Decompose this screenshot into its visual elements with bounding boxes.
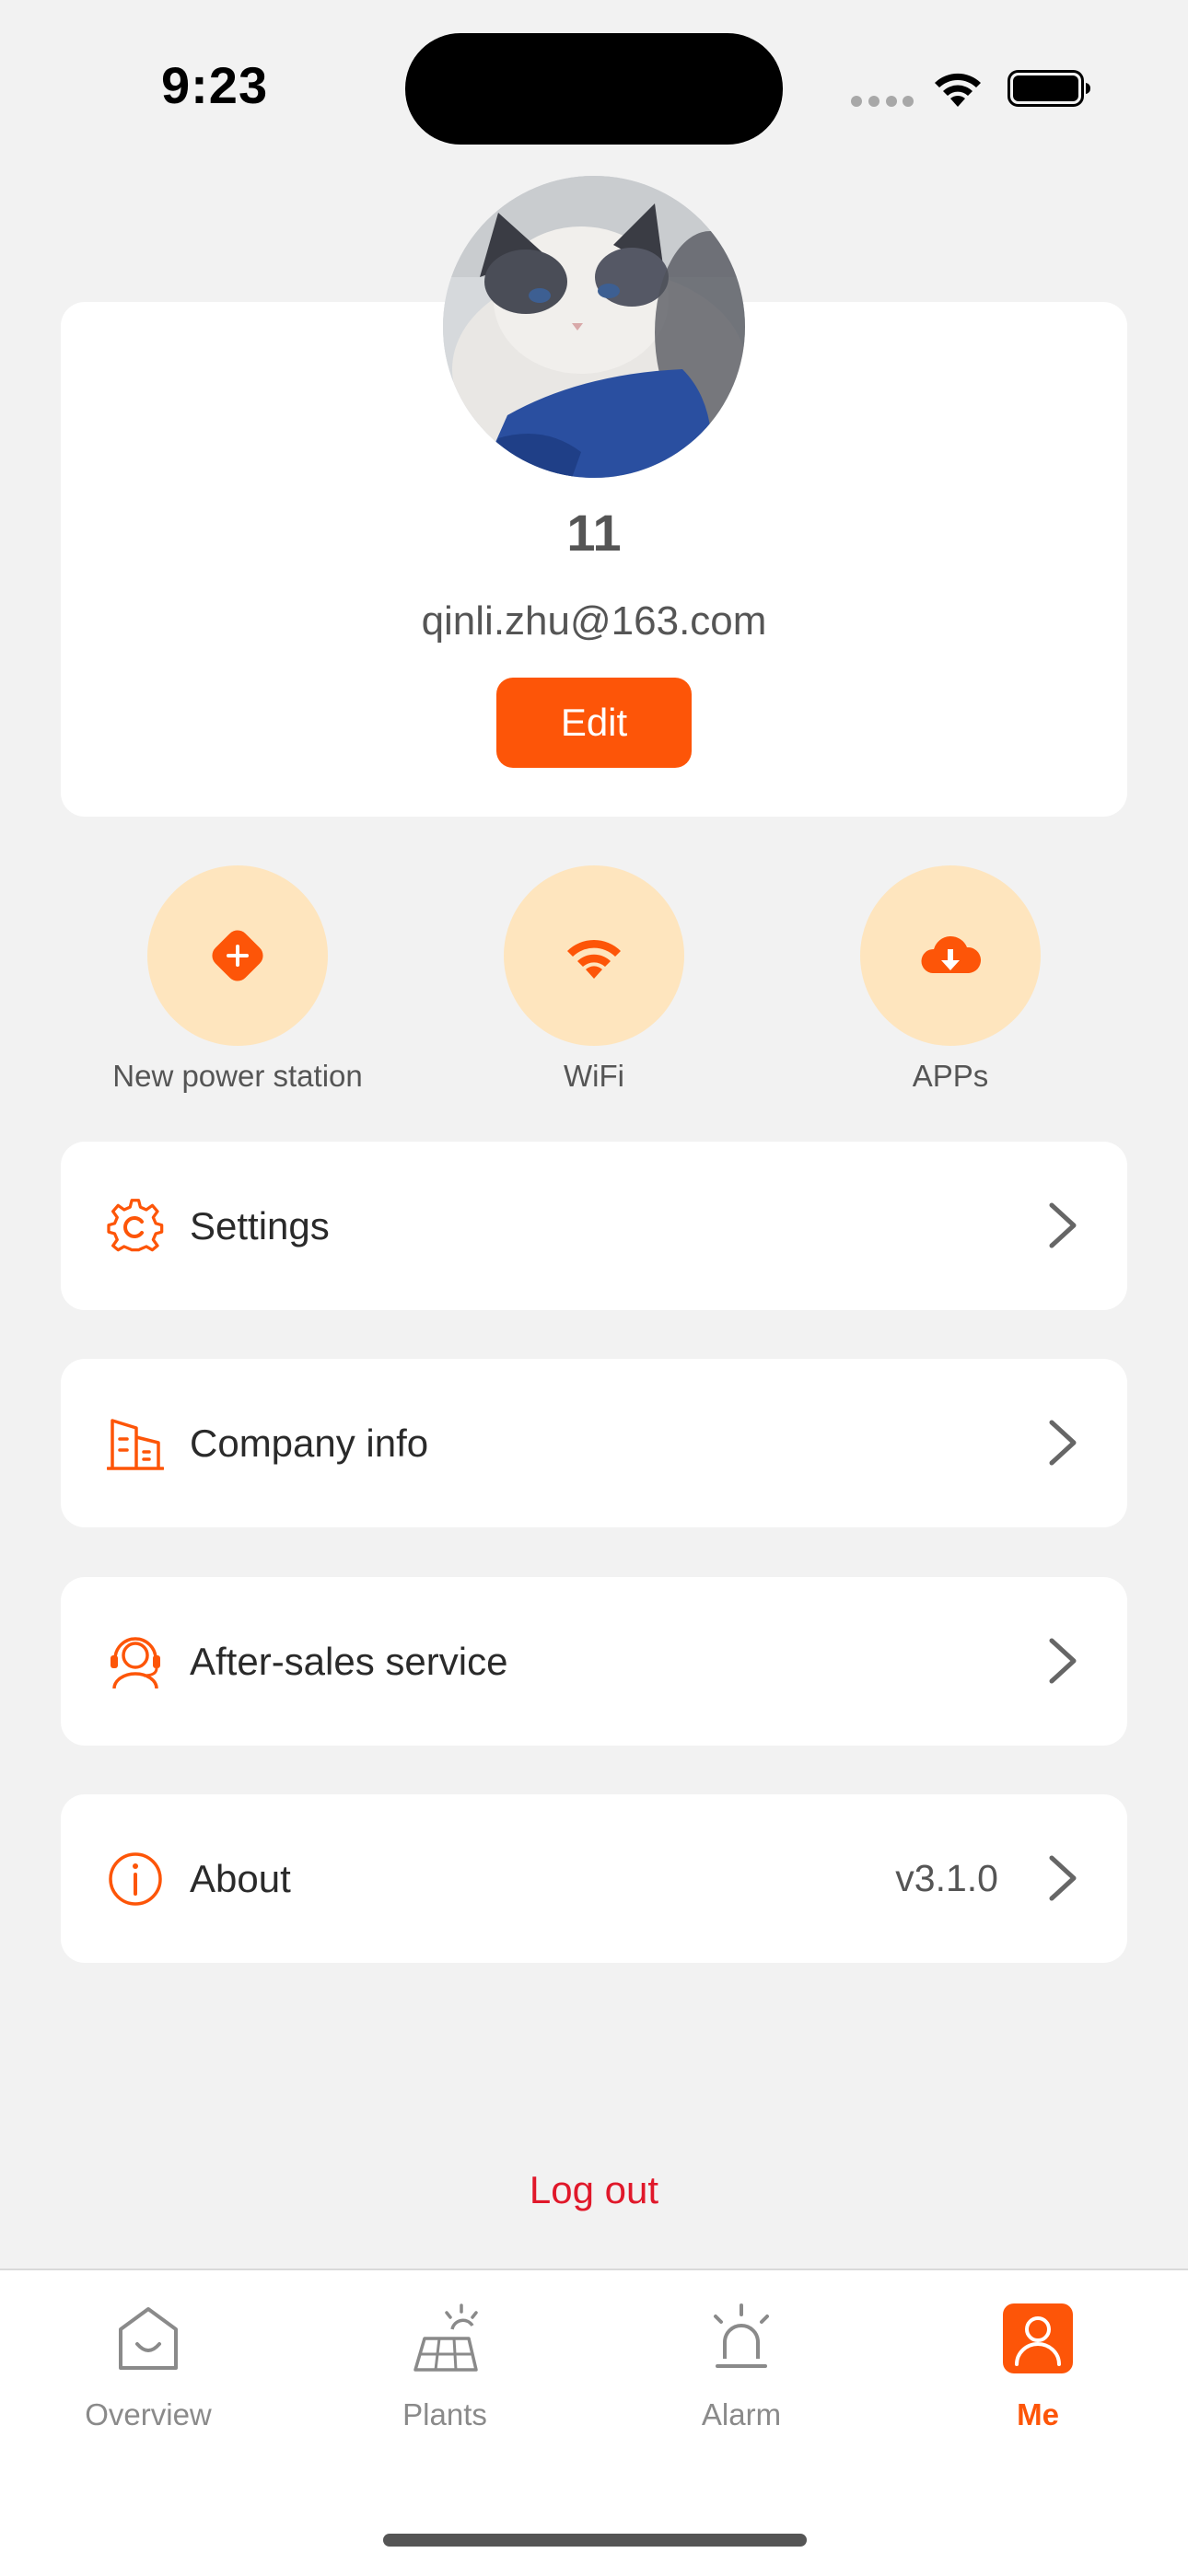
- tab-plants[interactable]: Plants: [297, 2270, 593, 2436]
- home-icon: [119, 2307, 178, 2370]
- building-icon: [107, 1419, 164, 1470]
- company-info-row[interactable]: Company info: [61, 1359, 1127, 1527]
- after-sales-service-row[interactable]: After-sales service: [61, 1577, 1127, 1746]
- new-power-station-circle[interactable]: [147, 865, 328, 1046]
- tab-plants-label: Plants: [402, 2397, 487, 2431]
- profile-email: qinli.zhu@163.com: [421, 598, 767, 644]
- edit-profile-button[interactable]: Edit: [496, 678, 692, 768]
- headset-icon: [111, 1637, 160, 1689]
- tab-alarm[interactable]: Alarm: [593, 2270, 890, 2436]
- after-sales-service-label: After-sales service: [190, 1640, 508, 1683]
- home-indicator: [383, 2534, 807, 2547]
- chevron-right-icon: [1049, 1202, 1077, 1248]
- company-info-label: Company info: [190, 1421, 429, 1465]
- apps-button[interactable]: APPs: [766, 865, 1135, 1096]
- settings-label: Settings: [190, 1204, 330, 1247]
- alarm-light-icon: [714, 2303, 769, 2368]
- dynamic-island: [405, 33, 783, 145]
- about-row[interactable]: About v3.1.0: [61, 1794, 1127, 1963]
- logout-button[interactable]: Log out: [0, 2168, 1188, 2212]
- avatar[interactable]: [443, 176, 745, 478]
- about-label: About: [190, 1857, 291, 1900]
- wifi-icon: [567, 939, 621, 979]
- apps-circle[interactable]: [860, 865, 1041, 1046]
- tab-me[interactable]: Me: [890, 2270, 1186, 2436]
- profile-name: 11: [566, 504, 622, 562]
- chevron-right-icon: [1049, 1420, 1077, 1466]
- chevron-right-icon: [1049, 1855, 1077, 1901]
- settings-row[interactable]: Settings: [61, 1142, 1127, 1310]
- chevron-right-icon: [1049, 1638, 1077, 1684]
- tab-overview[interactable]: Overview: [0, 2270, 297, 2436]
- settings-gear-icon: [107, 1199, 164, 1252]
- new-power-station-button[interactable]: New power station: [53, 865, 422, 1096]
- tab-bar: Overview Plants Alarm Me: [0, 2269, 1188, 2576]
- tab-overview-label: Overview: [85, 2397, 212, 2431]
- wifi-circle[interactable]: [504, 865, 684, 1046]
- tab-alarm-label: Alarm: [701, 2397, 782, 2431]
- new-power-station-label: New power station: [112, 1059, 363, 1093]
- app-version: v3.1.0: [895, 1857, 998, 1899]
- info-icon: [109, 1852, 162, 1906]
- add-station-icon: [212, 930, 263, 981]
- wifi-label: WiFi: [564, 1059, 624, 1093]
- solar-panel-icon: [413, 2303, 478, 2372]
- apps-label: APPs: [912, 1059, 989, 1093]
- wifi-button[interactable]: WiFi: [410, 865, 778, 1096]
- status-bar: 9:23: [0, 0, 1188, 175]
- wifi-icon: [935, 73, 981, 107]
- person-icon: [1003, 2303, 1073, 2373]
- status-time: 9:23: [161, 56, 269, 114]
- cellular-signal-icon: [851, 96, 914, 107]
- battery-icon: [1007, 70, 1090, 107]
- tab-me-label: Me: [1017, 2397, 1059, 2431]
- cloud-download-icon: [921, 935, 982, 973]
